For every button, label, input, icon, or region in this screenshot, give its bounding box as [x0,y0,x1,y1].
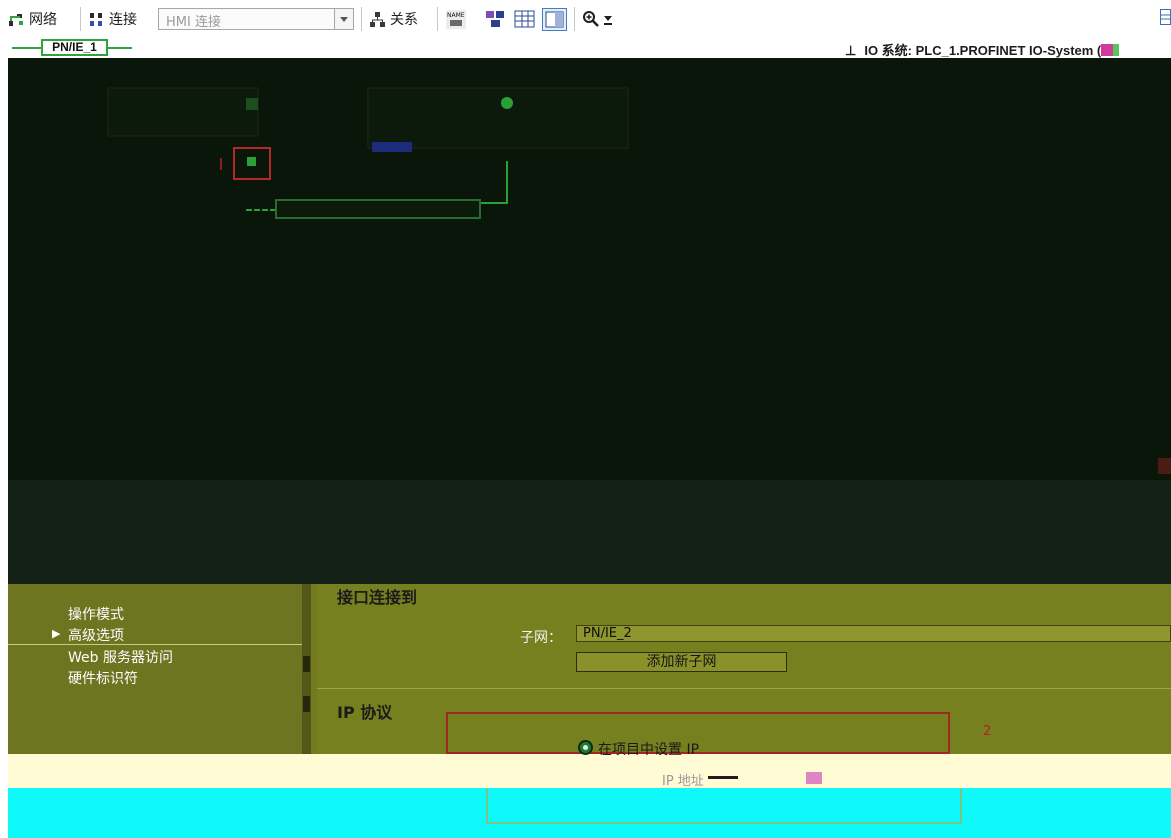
relations-icon [370,11,385,27]
assign-device-name-icon[interactable]: NAME [446,10,466,29]
zoom-icon[interactable] [582,10,600,28]
ip-protocol-section-title: IP 协议 [337,703,393,722]
connect-button[interactable]: 连接 [88,8,137,30]
network-diagram [107,87,1171,474]
section-divider [317,688,1171,689]
toolbar-separator [437,7,438,31]
pin-icon: ⊥ [845,43,857,58]
table-view-icon[interactable] [514,10,535,28]
network-view-toolbar: 网络 连接 HMI 连接 关系 NAME [0,0,1171,38]
toolbar-separator [574,7,575,31]
relations-button[interactable]: 关系 [369,8,418,30]
nav-item-web-server-access[interactable]: Web 服务器访问 [68,647,173,667]
subnet-field[interactable]: PN/IE_2 [576,625,1171,642]
network-overview-icon[interactable] [485,10,506,28]
subnet-field-label: 子网： [520,630,562,646]
add-new-subnet-button[interactable]: 添加新子网 [576,652,787,672]
properties-navigation: 操作模式 高级选项 Web 服务器访问 硬件标识符 ▶ [8,584,302,754]
subnet-strip: PN/IE_1 ⊥ IO 系统: PLC_1.PROFINET IO-System… [0,38,1171,58]
io-device-port[interactable] [501,97,513,109]
properties-panel: 操作模式 高级选项 Web 服务器访问 硬件标识符 ▶ 接口连接到 子网： PN… [8,584,1171,754]
connect-label: 连接 [109,12,137,28]
network-view-canvas[interactable] [8,58,1171,480]
network-icon [9,13,23,26]
nav-divider [8,644,302,645]
panel-toggle-icon[interactable] [1160,9,1171,25]
ip-set-in-project-label: 在项目中设置 IP [598,742,700,758]
zoom-dropdown-icon[interactable] [603,13,613,26]
ip-set-in-project-radio[interactable] [578,740,593,755]
subnet-mask-frame [486,788,962,824]
subnet-line [12,47,42,49]
network-label: 网络 [29,12,57,28]
subnet-line [107,47,132,49]
ip-address-field-artifact [806,772,822,784]
hmi-connection-select[interactable]: HMI 连接 [158,8,354,30]
scrollbar-thumb[interactable] [303,696,310,712]
callout-number: 2 [983,724,992,739]
nav-item-operating-mode[interactable]: 操作模式 [68,604,124,624]
interface-section-title: 接口连接到 [337,588,418,607]
io-system-color-badge [1113,44,1120,56]
chevron-down-icon[interactable] [334,9,353,29]
navigation-scrollbar[interactable] [302,584,311,754]
show-properties-panel-icon[interactable] [542,8,567,31]
expand-arrow-icon[interactable]: ▶ [52,627,60,640]
nav-item-hardware-identifier[interactable]: 硬件标识符 [68,668,138,688]
ip-address-label: IP 地址 [662,774,704,789]
nav-item-advanced-options[interactable]: 高级选项 [68,625,124,645]
subnet-label[interactable]: PN/IE_1 [41,39,108,56]
overlay-band [8,754,1171,788]
toolbar-separator [361,7,362,31]
ip-address-field[interactable] [708,776,738,779]
svg-text:NAME: NAME [447,12,465,19]
io-system-title-text: IO 系统: PLC_1.PROFINET IO-System ( [864,43,1102,58]
connection-icon [90,12,102,26]
io-system-color-badge [1101,44,1114,56]
toolbar-separator [80,7,81,31]
hmi-connection-value: HMI 连接 [166,15,221,30]
properties-content: 接口连接到 子网： PN/IE_2 添加新子网 IP 协议 2 [317,584,1171,754]
scrollbar-thumb[interactable] [303,656,310,672]
network-view-button[interactable]: 网络 [8,8,57,30]
io-system-title: ⊥ IO 系统: PLC_1.PROFINET IO-System ( [845,40,1120,59]
relations-label: 关系 [390,12,418,28]
